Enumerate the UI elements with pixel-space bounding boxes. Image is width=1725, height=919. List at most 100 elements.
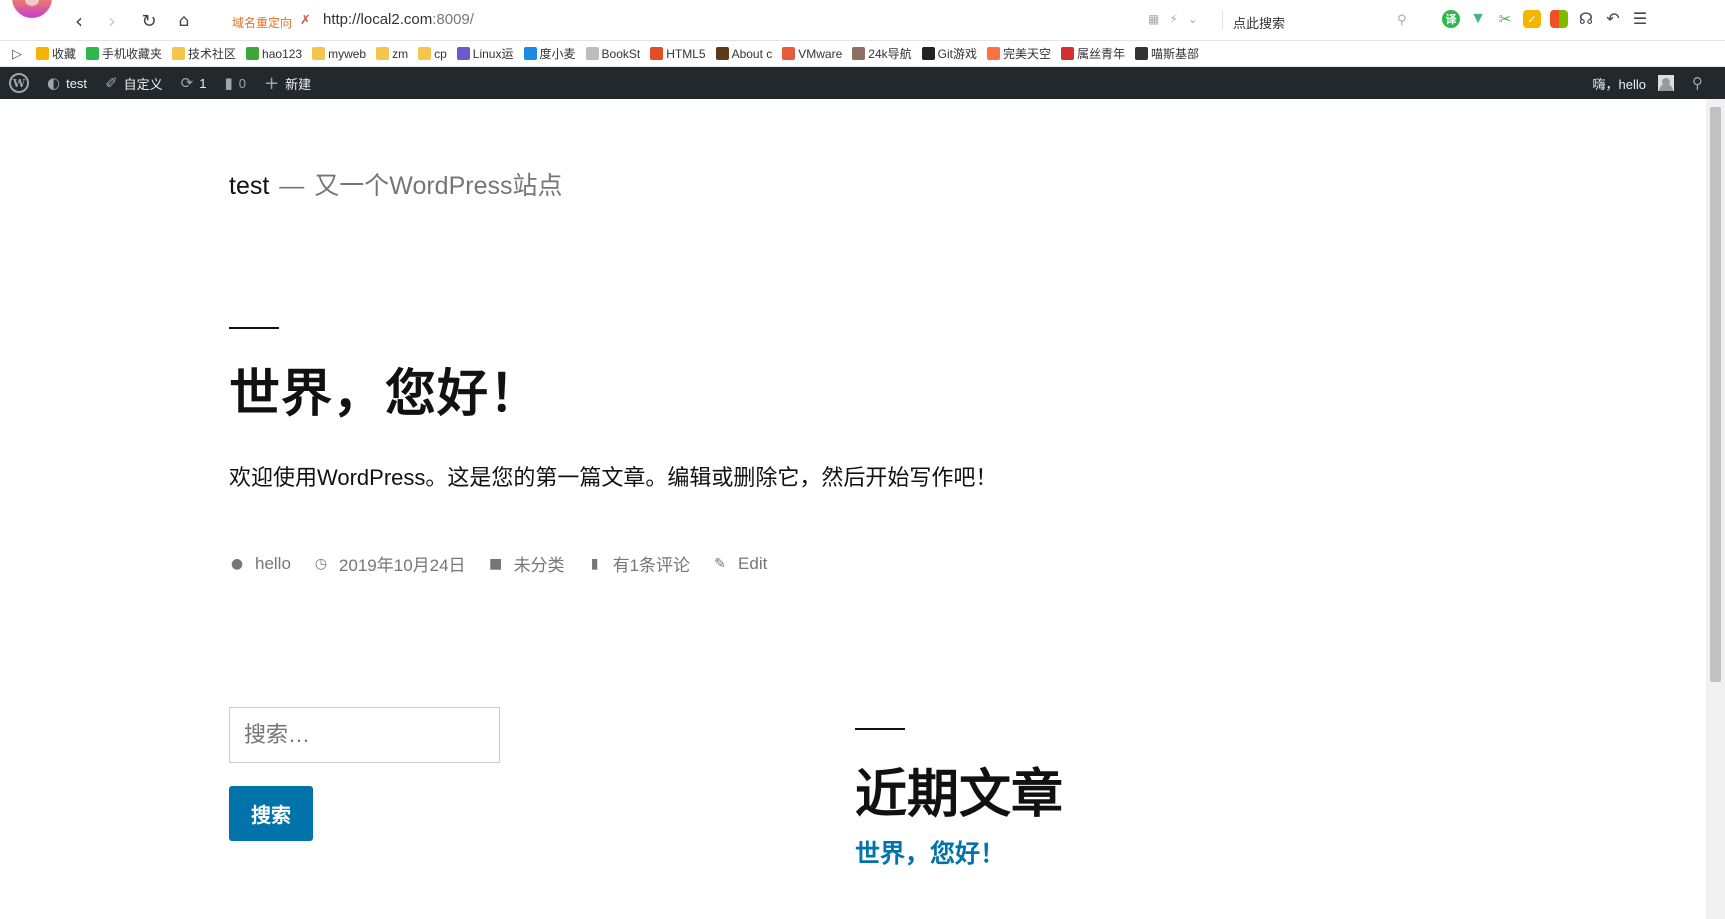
scissors-ext-icon[interactable]: ✂ [1496, 10, 1514, 28]
post-edit-link[interactable]: ✎ Edit [712, 554, 767, 574]
back-icon[interactable]: ‹ [68, 9, 90, 33]
post-title[interactable]: 世界，您好！ [229, 352, 541, 426]
page-scrollbar[interactable] [1706, 99, 1725, 919]
bookmark-item[interactable]: HTML5 [650, 46, 706, 61]
bookmark-item[interactable]: BookSt [585, 47, 640, 61]
admin-account-menu[interactable]: 嗨，hello [1584, 67, 1683, 99]
address-bar-tools-icon[interactable]: ▦⚡⌄ [1148, 12, 1208, 26]
post-date[interactable]: ◷ 2019年10月24日 [313, 551, 466, 576]
bookmarks-bar: ▷ 收藏 手机收藏夹 技术社区 hao123 myweb zm cp Linux运 度小麦 Boo… [0, 41, 1725, 67]
avatar [1658, 75, 1674, 91]
undo-icon[interactable]: ↶ [1604, 10, 1622, 28]
bookmark-icon [86, 47, 100, 60]
reload-icon[interactable]: ↻ [138, 10, 160, 32]
bookmark-label: 技术社区 [188, 47, 237, 61]
site-description: 又一个WordPress站点 [314, 172, 563, 200]
admin-site-name-label: test [66, 75, 88, 91]
post-category-label: 未分类 [513, 556, 565, 575]
bookmark-icon [172, 47, 186, 60]
bookmark-item[interactable]: 完美天空 [986, 45, 1051, 62]
search-icon[interactable]: ⚲ [1397, 12, 1407, 28]
site-title[interactable]: test [229, 172, 269, 200]
browser-logo-icon[interactable] [12, 0, 52, 18]
bookmark-item[interactable]: 属丝青年 [1061, 45, 1125, 62]
redirect-label[interactable]: 域名重定向 [232, 14, 292, 31]
shield-ext-icon[interactable]: ✓ [1523, 10, 1541, 28]
admin-customize-label: 自定义 [123, 76, 163, 92]
bookmark-item[interactable]: Git游戏 [921, 45, 977, 62]
bookmark-icon [1061, 47, 1074, 60]
bookmark-label: 属丝青年 [1077, 47, 1126, 61]
browser-search-input[interactable]: 点此搜索 [1233, 13, 1285, 32]
bookmark-item[interactable]: 喵斯基部 [1135, 45, 1199, 62]
bookmark-item[interactable]: Linux运 [456, 45, 514, 62]
widget-title-divider [855, 728, 905, 730]
bookmark-item[interactable]: About c [715, 47, 772, 61]
search-icon: ⚲ [1692, 74, 1703, 92]
brush-icon: ✐ [105, 74, 118, 92]
admin-search[interactable]: ⚲ [1683, 67, 1725, 99]
bookmark-item[interactable]: 手机收藏夹 [86, 45, 162, 62]
post-title-divider [229, 327, 279, 329]
vue-ext-icon[interactable]: ▼ [1469, 10, 1487, 28]
site-branding: test — 又一个WordPress站点 [229, 166, 562, 202]
admin-customize[interactable]: ✐ 自定义 [96, 67, 172, 99]
translate-ext-icon[interactable]: 译 [1442, 10, 1460, 28]
post-date-label: 2019年10月24日 [338, 556, 466, 575]
comment-icon: ▮ [224, 74, 233, 92]
extension-bar: 译 ▼ ✂ ✓ ☊ ↶ ☰ [1442, 10, 1649, 28]
bookmark-item[interactable]: myweb [312, 47, 366, 61]
bookmark-item[interactable]: 度小麦 [523, 45, 576, 62]
home-icon[interactable]: ⌂ [173, 10, 195, 32]
scrollbar-thumb[interactable] [1710, 107, 1721, 682]
post-author[interactable]: ● hello [229, 554, 291, 574]
bookmark-item[interactable]: 技术社区 [172, 45, 236, 62]
bookmark-icon [376, 47, 390, 60]
bookmark-icon [523, 47, 537, 60]
bookmark-icon [418, 47, 432, 60]
bookmark-label: 度小麦 [539, 47, 576, 61]
bookmark-item[interactable]: hao123 [246, 47, 302, 61]
bookmark-item[interactable]: 收藏 [36, 45, 76, 62]
forward-icon[interactable]: › [101, 9, 123, 33]
bookmark-icon [1135, 47, 1149, 60]
bookmark-label: HTML5 [666, 46, 706, 61]
post-content: 欢迎使用WordPress。这是您的第一篇文章。编辑或删除它，然后开始写作吧！ [229, 465, 998, 490]
bookmark-icon [852, 47, 866, 60]
menu-icon[interactable]: ☰ [1631, 10, 1649, 28]
sidebar-toggle-icon[interactable]: ▷ [12, 46, 22, 62]
bookmark-item[interactable]: zm [376, 47, 408, 61]
bookmark-label: 24k导航 [868, 47, 912, 61]
bookmark-label: cp [434, 46, 447, 61]
post-author-name: hello [255, 553, 291, 573]
url-port-path: :8009/ [432, 11, 474, 28]
bookmark-label: hao123 [262, 46, 303, 61]
admin-comments[interactable]: ▮ 0 [215, 67, 255, 99]
bookmark-item[interactable]: 24k导航 [852, 45, 912, 62]
insecure-cert-icon[interactable]: ✗ [300, 12, 311, 28]
apps-ext-icon[interactable] [1550, 10, 1568, 28]
updates-icon: ⟳ [180, 74, 194, 92]
recent-post-link[interactable]: 世界，您好！ [855, 834, 1005, 870]
site-title-separator: — [279, 172, 305, 200]
post-edit-label: Edit [738, 553, 768, 573]
admin-comments-count: 0 [238, 75, 246, 91]
address-bar[interactable]: http://local2.com:8009/ [323, 11, 474, 28]
bookmark-icon [456, 47, 470, 60]
folder-icon: ■ [488, 555, 503, 572]
admin-site-name[interactable]: ◐ test [38, 67, 96, 99]
search-button[interactable]: 搜索 [229, 786, 313, 841]
admin-updates[interactable]: ⟳ 1 [172, 67, 216, 99]
headphones-icon[interactable]: ☊ [1577, 10, 1595, 28]
admin-new-content[interactable]: + 新建 [255, 67, 320, 99]
wp-logo-menu[interactable]: W [0, 67, 38, 99]
post-comments-link[interactable]: ▮ 有1条评论 [587, 551, 690, 576]
bookmark-item[interactable]: VMware [782, 47, 842, 61]
bookmark-item[interactable]: cp [418, 47, 447, 61]
search-input[interactable] [229, 707, 500, 763]
bookmark-icon [246, 47, 260, 60]
post-category[interactable]: ■ 未分类 [488, 551, 565, 576]
bookmark-icon [585, 47, 599, 60]
bookmark-label: VMware [798, 46, 843, 61]
bookmark-icon [650, 47, 664, 60]
